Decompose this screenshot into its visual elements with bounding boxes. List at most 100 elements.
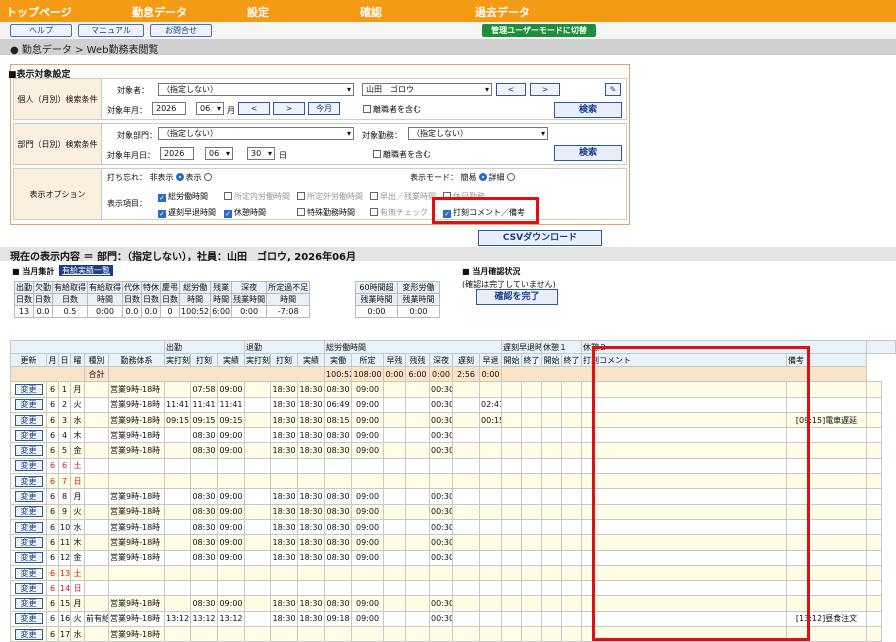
hide-radio[interactable] (175, 173, 184, 181)
checkbox-icon[interactable]: ✓ (224, 210, 232, 218)
dept-day-select[interactable]: 30 (247, 147, 275, 160)
table-cell: 14 (58, 580, 71, 597)
dept-year-input[interactable]: 2026 (160, 147, 194, 160)
change-button[interactable]: 変更 (14, 521, 43, 533)
checkbox-icon[interactable] (363, 105, 371, 113)
option-overtime[interactable]: 早出／残業時間 (370, 191, 436, 202)
confirm-complete-button[interactable]: 確認を完了 (476, 289, 558, 305)
detail-radio[interactable] (506, 173, 515, 181)
change-button[interactable]: 変更 (14, 506, 43, 518)
change-button[interactable]: 変更 (14, 460, 43, 472)
change-button[interactable]: 変更 (14, 598, 43, 610)
prev-month-button[interactable]: < (238, 102, 270, 115)
table-cell: 5 (58, 442, 71, 459)
edit-icon[interactable]: ✎ (605, 83, 621, 96)
table-cell (244, 427, 272, 444)
change-button[interactable]: 変更 (14, 399, 43, 411)
work-select[interactable]: （指定しない） (408, 127, 548, 140)
table-cell: 火 (70, 503, 85, 520)
table-cell: 09:00 (216, 534, 246, 551)
option-break[interactable]: ✓ 休憩時間 (224, 207, 266, 218)
nav-past-data[interactable]: 過去データ (475, 4, 530, 20)
checkbox-icon[interactable] (370, 192, 378, 200)
admin-mode-button[interactable]: 管理ユーザーモードに切替 (482, 24, 596, 37)
change-button[interactable]: 変更 (14, 429, 43, 441)
prev-person-button[interactable]: < (496, 83, 526, 96)
dept-month-select[interactable]: 06 (205, 147, 233, 160)
table-cell: 水 (70, 411, 85, 429)
nav-confirm[interactable]: 確認 (360, 4, 382, 20)
checkbox-icon[interactable] (224, 192, 232, 200)
checkbox-icon[interactable] (297, 208, 305, 216)
option-total-work[interactable]: ✓ 総労働時間 (158, 191, 208, 202)
include-retired-dept[interactable]: 離職者を含む (373, 149, 431, 160)
person-select[interactable]: 山田 ゴロウ (362, 83, 492, 96)
table-cell: 営業9時-18時 (108, 488, 165, 505)
table-cell: 08:30 (190, 427, 218, 444)
confirm-title: ■ 当月確認状況 (462, 267, 521, 276)
table-cell (561, 626, 583, 642)
change-button[interactable]: 変更 (14, 552, 43, 564)
year-input[interactable]: 2026 (152, 102, 186, 115)
table-cell: 08:30 (190, 549, 218, 566)
change-button[interactable]: 変更 (14, 383, 43, 395)
option-special-work[interactable]: 特殊勤務時間 (297, 207, 355, 218)
checkbox-icon[interactable] (297, 192, 305, 200)
table-cell (541, 549, 563, 566)
change-button[interactable]: 変更 (14, 445, 43, 457)
table-cell (383, 411, 407, 429)
checkbox-icon[interactable] (370, 208, 378, 216)
nav-attendance-data[interactable]: 勤怠データ (132, 4, 187, 20)
change-button[interactable]: 変更 (14, 613, 43, 625)
table-cell (479, 549, 503, 566)
change-button[interactable]: 変更 (14, 628, 43, 640)
change-button[interactable]: 変更 (14, 536, 43, 548)
contact-button[interactable]: お問合せ (150, 24, 212, 37)
option-scheduled-work[interactable]: 所定内労働時間 (224, 191, 290, 202)
table-cell: 18:30 (270, 427, 299, 444)
table-cell (479, 473, 503, 490)
summary-header: 変形労働 (397, 281, 440, 294)
table-cell (521, 381, 543, 398)
table-cell (429, 457, 454, 475)
nav-top-page[interactable]: トップページ (6, 4, 72, 20)
next-person-button[interactable]: > (530, 83, 560, 96)
show-radio[interactable] (203, 173, 212, 181)
table-cell (521, 564, 543, 582)
include-retired-individual[interactable]: 離職者を含む (363, 104, 421, 115)
individual-search-button[interactable]: 検索 (554, 102, 622, 118)
table-cell: 09:00 (216, 488, 246, 505)
checkbox-icon[interactable] (373, 150, 381, 158)
change-button[interactable]: 変更 (14, 567, 43, 579)
table-cell: 09:00 (216, 595, 246, 612)
manual-button[interactable]: マニュアル (78, 24, 144, 37)
option-nonscheduled-work[interactable]: 所定外労働時間 (297, 191, 363, 202)
checkbox-icon[interactable]: ✓ (158, 194, 166, 202)
table-cell: 09:15 (216, 411, 246, 429)
table-cell (164, 534, 191, 551)
column-header: 開始 (501, 353, 523, 367)
option-presence-check[interactable]: 有無チェック (370, 207, 428, 218)
table-cell: 6 (46, 396, 59, 413)
paid-leave-link[interactable]: 有給実績一覧 (59, 265, 113, 276)
simple-radio[interactable] (478, 173, 487, 181)
nav-settings[interactable]: 設定 (247, 4, 269, 20)
change-button[interactable]: 変更 (14, 582, 43, 594)
department-select[interactable]: （指定しない） (158, 127, 354, 140)
option-late-early[interactable]: ✓ 遅刻早退時間 (158, 207, 216, 218)
change-button[interactable]: 変更 (14, 475, 43, 487)
dept-search-button[interactable]: 検索 (554, 145, 622, 161)
checkbox-icon[interactable]: ✓ (158, 210, 166, 218)
this-month-button[interactable]: 今月 (308, 102, 340, 115)
table-cell (405, 381, 431, 398)
csv-download-button[interactable]: CSVダウンロード (478, 230, 602, 246)
help-button[interactable]: ヘルプ (10, 24, 72, 37)
next-month-button[interactable]: > (273, 102, 305, 115)
target-person-select[interactable]: （指定しない） (158, 83, 354, 96)
table-cell: 09:00 (351, 610, 385, 628)
summary-header: 時間 (178, 293, 212, 306)
change-button[interactable]: 変更 (14, 491, 43, 503)
change-button[interactable]: 変更 (14, 414, 43, 426)
mode-label-text: 表示モード： (410, 173, 458, 182)
month-select[interactable]: 06 (196, 102, 224, 115)
